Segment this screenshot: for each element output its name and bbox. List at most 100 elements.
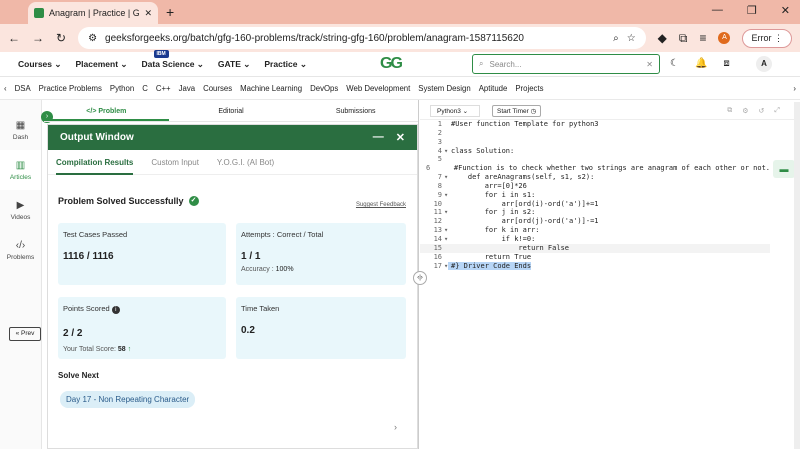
window-controls: — ❐ ✕ xyxy=(712,4,790,17)
points-label-row: Points Scored i xyxy=(63,304,221,314)
scroll-left-icon[interactable]: ‹ xyxy=(4,84,7,93)
tab-custom-input[interactable]: Custom Input xyxy=(151,158,199,167)
language-select[interactable]: Python3 ⌄ xyxy=(430,104,480,117)
output-window-title: Output Window xyxy=(60,132,134,143)
category-item[interactable]: DevOps xyxy=(310,84,338,93)
category-item[interactable]: Projects xyxy=(515,84,543,93)
settings-icon[interactable]: ⚙ xyxy=(742,107,748,115)
rail-articles[interactable]: ▥ Articles xyxy=(0,150,41,190)
tab-editorial[interactable]: Editorial xyxy=(169,102,294,121)
category-item[interactable]: Python xyxy=(110,84,134,93)
category-item[interactable]: Courses xyxy=(203,84,232,93)
close-panel-icon[interactable]: ✕ xyxy=(396,131,405,144)
book-icon: ▥ xyxy=(15,159,26,171)
fullscreen-icon[interactable]: ⤢ xyxy=(774,107,780,115)
code-line: 1 #User function Template for python3 xyxy=(437,120,599,128)
clear-search-icon[interactable]: ✕ xyxy=(646,60,653,69)
tab-yogi-ai-bot[interactable]: Y.O.G.I. (AI Bot) xyxy=(217,158,274,167)
test-cases-value: 1116 / 1116 xyxy=(63,251,114,262)
forward-icon[interactable]: → xyxy=(32,31,44,45)
code-line: 4 ▾ class Solution: xyxy=(437,146,515,155)
time-card: Time Taken 0.2 xyxy=(236,297,406,359)
category-item[interactable]: Java xyxy=(179,84,195,93)
next-page-chevron-icon[interactable]: › xyxy=(394,422,397,432)
zoom-icon[interactable]: ⌕ xyxy=(613,33,619,44)
dark-mode-icon[interactable]: ☾ xyxy=(670,58,679,69)
total-score-label: Your Total Score: xyxy=(63,346,116,353)
chat-icon[interactable]: ▬ xyxy=(773,160,795,178)
scroll-right-icon[interactable]: › xyxy=(793,84,796,93)
back-icon[interactable]: ← xyxy=(8,31,20,45)
accuracy-label: Accuracy : xyxy=(241,266,274,273)
code-line: 2 xyxy=(437,128,442,137)
nav-courses[interactable]: Courses ⌄ xyxy=(18,59,62,70)
bell-icon[interactable]: 🔔 xyxy=(695,58,707,69)
site-info-icon[interactable]: ⚙ xyxy=(88,33,97,44)
search-icon: ⌕ xyxy=(479,59,484,68)
puzzle-icon[interactable]: ⧉ xyxy=(679,31,688,46)
nav-gate[interactable]: GATE ⌄ xyxy=(218,59,250,70)
tab-compilation-results[interactable]: Compilation Results xyxy=(56,150,134,175)
category-item[interactable]: C++ xyxy=(156,84,171,93)
next-problem-chip[interactable]: Day 17 - Non Repeating Character xyxy=(60,391,196,408)
tab-title: Anagram | Practice | GeeksforG xyxy=(49,8,140,18)
page-scrollbar[interactable] xyxy=(794,102,800,449)
search-placeholder: Search... xyxy=(489,59,522,69)
minimize-icon[interactable]: — xyxy=(712,4,723,17)
nav-gate-label: GATE xyxy=(217,58,241,69)
minimize-panel-icon[interactable]: — xyxy=(373,131,384,144)
start-timer-button[interactable]: Start Timer ◷ xyxy=(492,104,542,117)
browser-tab[interactable]: Anagram | Practice | GeeksforG ✕ xyxy=(28,2,158,24)
reload-icon[interactable]: ↻ xyxy=(56,31,66,45)
category-item[interactable]: Aptitude xyxy=(479,84,508,93)
address-bar[interactable]: ⚙ geeksforgeeks.org/batch/gfg-160-proble… xyxy=(78,27,646,49)
points-label: Points Scored xyxy=(63,304,110,313)
suggest-feedback-link[interactable]: Suggest Feedback xyxy=(356,202,406,208)
rail-videos[interactable]: ▶ Videos xyxy=(0,190,41,230)
error-button[interactable]: Error ⋮ xyxy=(742,28,792,48)
points-value: 2 / 2 xyxy=(63,328,83,339)
category-item[interactable]: System Design xyxy=(418,84,470,93)
new-tab-button[interactable]: + xyxy=(166,2,174,24)
category-item[interactable]: Web Development xyxy=(346,84,410,93)
gfg-logo[interactable]: GG xyxy=(380,55,403,73)
rail-dash[interactable]: ▦ Dash xyxy=(0,110,41,150)
code-line: 9 ▾ for i in s1: xyxy=(437,190,536,199)
translate-icon[interactable]: ⧈ xyxy=(723,58,729,69)
prev-button[interactable]: « Prev xyxy=(9,327,41,341)
time-label: Time Taken xyxy=(241,304,280,313)
nav-placement[interactable]: Placement ⌄ xyxy=(76,59,128,70)
code-line: 11 ▾ for j in s2: xyxy=(433,208,536,217)
tab-submissions[interactable]: Submissions xyxy=(293,102,418,121)
code-editor[interactable]: 1 #User function Template for python3 2 3… xyxy=(420,120,770,449)
profile-avatar[interactable]: A xyxy=(718,32,731,44)
nav-data-science[interactable]: IBM Data Science ⌄ xyxy=(141,49,204,70)
category-item[interactable]: C xyxy=(142,84,148,93)
restore-icon[interactable]: ❐ xyxy=(747,4,757,17)
nav-practice[interactable]: Practice ⌄ xyxy=(264,59,307,70)
status-text: Problem Solved Successfully xyxy=(58,196,184,206)
code-line: 14 ▾ if k!=0: xyxy=(433,234,536,243)
accuracy-row: Accuracy : 100% xyxy=(241,266,401,273)
tab-problem[interactable]: </> Problem xyxy=(44,102,169,121)
category-item[interactable]: Practice Problems xyxy=(39,84,102,93)
close-tab-icon[interactable]: ✕ xyxy=(144,8,152,19)
info-icon[interactable]: i xyxy=(111,306,120,314)
rail-articles-label: Articles xyxy=(9,173,32,181)
test-cases-label: Test Cases Passed xyxy=(63,230,128,239)
category-item[interactable]: Machine Learning xyxy=(240,84,302,93)
copy-icon[interactable]: ⧉ xyxy=(727,107,732,115)
extension-icon[interactable]: ◆ xyxy=(658,31,667,45)
reset-icon[interactable]: ↺ xyxy=(759,107,765,115)
code-line: 6 #Function is to check whether two stri… xyxy=(425,164,770,173)
search-input[interactable]: ⌕ Search... ✕ xyxy=(472,54,660,74)
category-item[interactable]: DSA xyxy=(15,84,31,93)
nav-data-science-label: Data Science xyxy=(141,58,195,69)
code-line: 10 arr[ord(i)-ord('a')]+=1 xyxy=(433,199,599,208)
rail-problems[interactable]: ‹/› Problems xyxy=(0,230,41,270)
user-avatar[interactable]: A xyxy=(756,56,772,72)
bookmark-star-icon[interactable]: ☆ xyxy=(627,33,636,44)
solve-next-heading: Solve Next xyxy=(58,371,99,380)
reading-list-icon[interactable]: ≡ xyxy=(699,31,706,45)
close-window-icon[interactable]: ✕ xyxy=(781,4,790,17)
